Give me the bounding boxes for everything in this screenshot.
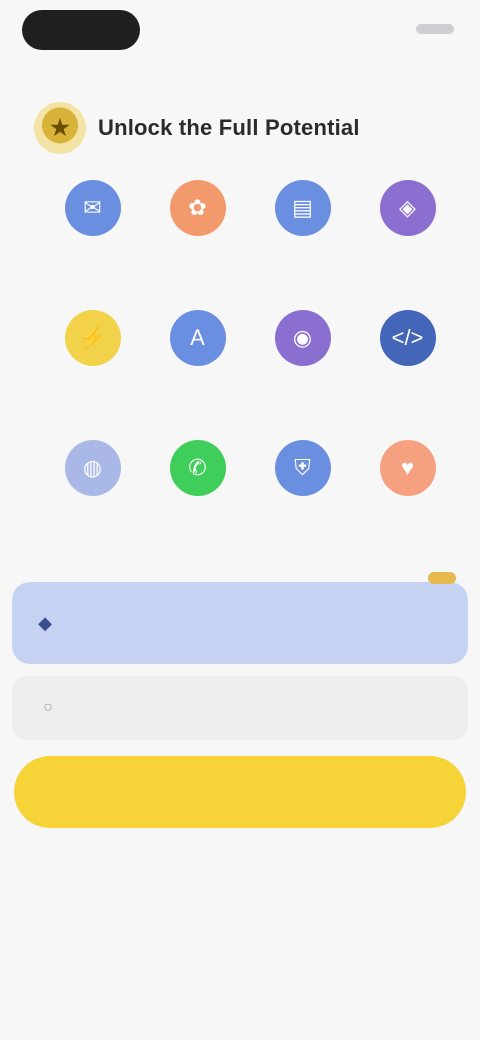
lightning-icon: ⚡	[64, 310, 121, 366]
brain-icon: ◈	[379, 180, 436, 236]
feature-tile: ✉	[40, 180, 145, 292]
paywall-screen: ★ Unlock the Full Potential ✉ ✿ ▤ ◈ ⚡ A ◉ </> ◍ ✆…	[0, 0, 480, 1040]
chat-icon: ✉	[64, 180, 121, 236]
top-pill-button[interactable]	[22, 10, 140, 50]
feature-tile: A	[145, 310, 250, 422]
feature-tile: ◈	[355, 180, 460, 292]
feature-tile: ▤	[250, 180, 355, 292]
image-icon: ✿	[169, 180, 226, 236]
feature-tile: ♥	[355, 440, 460, 552]
microphone-icon: ◉	[274, 310, 331, 366]
feature-tile: ◉	[250, 310, 355, 422]
top-right-action[interactable]	[394, 20, 454, 38]
feature-tile: ⛨	[250, 440, 355, 552]
plan-option-text	[72, 620, 434, 626]
secondary-plan-row[interactable]: ○	[12, 676, 468, 740]
top-right-placeholder	[416, 24, 454, 34]
globe-icon: ◍	[64, 440, 121, 496]
page-title: Unlock the Full Potential	[98, 115, 360, 140]
code-icon: </>	[379, 310, 436, 366]
shield-icon: ⛨	[274, 440, 331, 496]
diamond-icon: ◆	[38, 612, 52, 633]
feature-tile: ✿	[145, 180, 250, 292]
document-icon: ▤	[274, 180, 331, 236]
feature-tile: </>	[355, 310, 460, 422]
translate-icon: A	[169, 310, 226, 366]
heart-icon: ♥	[379, 440, 436, 496]
feature-tile: ⚡	[40, 310, 145, 422]
feature-grid: ✉ ✿ ▤ ◈ ⚡ A ◉ </> ◍ ✆ ⛨ ♥	[40, 180, 460, 552]
plan-badge	[428, 572, 456, 584]
subscribe-button[interactable]	[14, 756, 466, 828]
radio-icon: ○	[43, 699, 53, 716]
plan-option-card[interactable]: ◆	[12, 572, 468, 664]
header: ★ Unlock the Full Potential	[34, 98, 454, 158]
feature-tile: ✆	[145, 440, 250, 552]
whatsapp-icon: ✆	[169, 440, 226, 496]
brand-logo-icon: ★	[34, 102, 86, 154]
feature-tile: ◍	[40, 440, 145, 552]
